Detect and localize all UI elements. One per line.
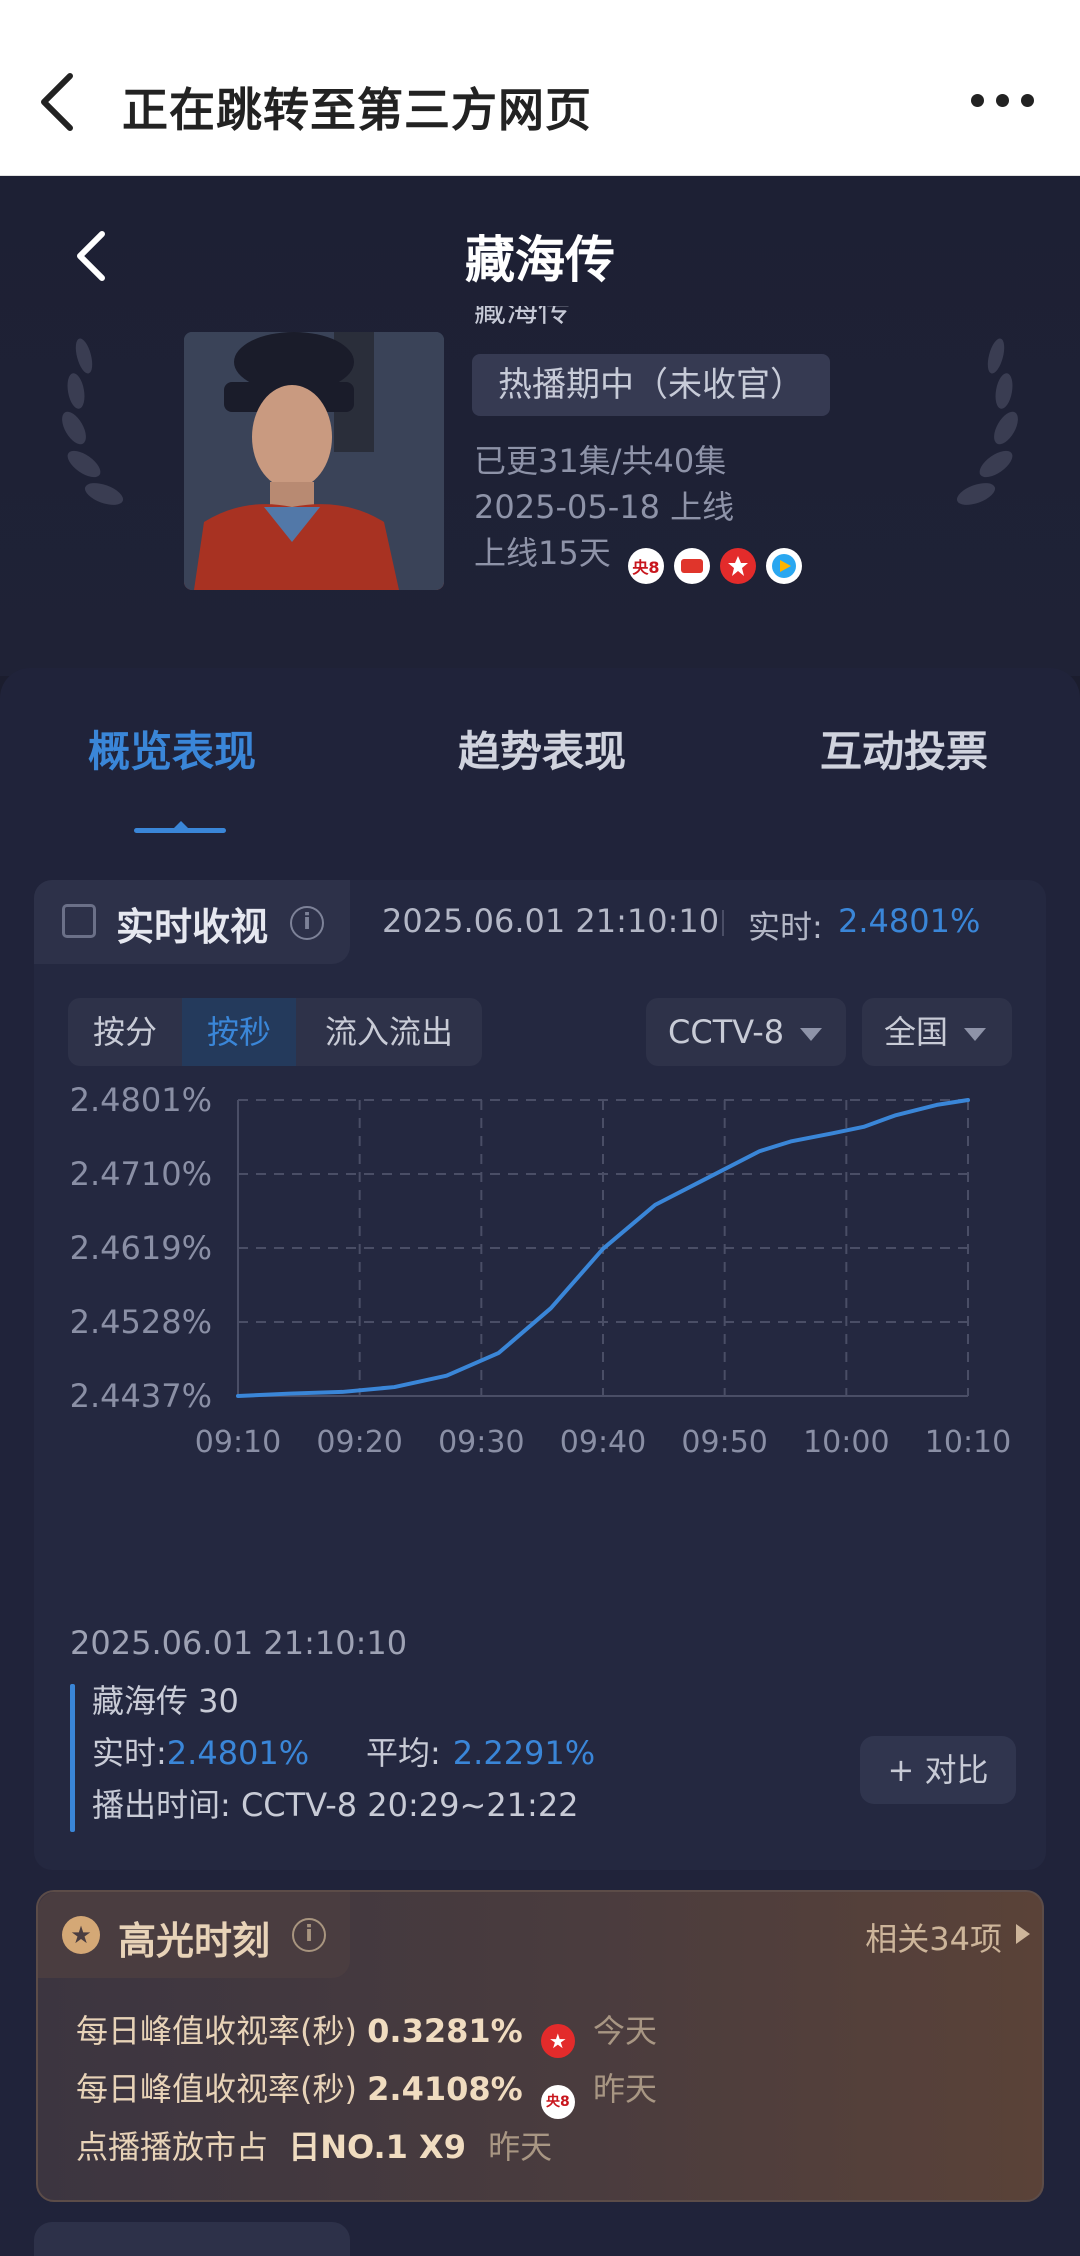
segment-by-minute[interactable]: 按分 [68,998,182,1066]
info-icon[interactable]: i [292,1918,326,1952]
highlight-row[interactable]: 点播播放市占 日NO.1 X9 昨天 [76,2122,552,2168]
y-tick-label: 2.4710% [70,1155,212,1193]
x-tick-label: 09:20 [316,1425,402,1460]
chevron-down-icon [800,1028,822,1041]
back-arrow-icon[interactable] [36,70,80,134]
main-panel: 概览表现 趋势表现 互动投票 实时收视 i 2025.06.01 21:10:1… [0,668,1080,2256]
y-tick-label: 2.4619% [70,1229,212,1267]
x-tick-label: 10:00 [803,1425,889,1460]
realtime-timestamp: 2025.06.01 21:10:10 [382,902,720,940]
detail-realtime-label: 实时: [92,1734,167,1772]
star-badge-icon: ★ [62,1916,100,1954]
region-select[interactable]: 全国 [862,998,1012,1066]
highlight-value: 2.4108% [367,2070,523,2108]
info-icon[interactable]: i [290,906,324,940]
detail-realtime-value: 2.4801% [166,1734,310,1772]
status-badge: 热播期中（未收官） [472,354,830,416]
screen: 正在跳转至第三方网页 藏海传 藏海传 热播期中（未收官） 已更31集/共40集 … [0,0,1080,2256]
realtime-header: 实时收视 i [34,880,350,964]
episode-count: 已更31集/共40集 [474,442,727,480]
highlights-card: ★ 高光时刻 i 相关34项 每日峰值收视率(秒) 0.3281% ★ 今天 每… [36,1890,1044,2202]
page-title: 藏海传 [465,231,615,289]
chevron-down-icon [964,1028,986,1041]
detail-avg-label: 平均: [366,1734,441,1772]
highlights-header: ★ 高光时刻 i [38,1892,350,1978]
highlight-row[interactable]: 每日峰值收视率(秒) 2.4108% 央8 昨天 [76,2064,657,2119]
highlight-label: 点播播放市占 [76,2128,269,2166]
highlight-label: 每日峰值收视率(秒) [76,2070,357,2108]
browser-topbar: 正在跳转至第三方网页 [0,0,1080,176]
show-name-partial: 藏海传 [474,306,571,328]
show-poster[interactable] [184,332,444,590]
tab-overview[interactable]: 概览表现 [88,718,256,779]
compare-button[interactable]: + 对比 [860,1736,1016,1804]
online-days: 上线15天 [474,534,611,572]
realtime-value: 2.4801% [838,902,981,940]
realtime-label: 实时: [748,908,823,946]
detail-average: 平均: 2.2291% [366,1728,595,1774]
chevron-right-icon [1016,1924,1030,1944]
y-tick-label: 2.4437% [70,1377,212,1415]
detail-timestamp: 2025.06.01 21:10:10 [70,1624,408,1662]
dragon-tv-logo-icon [720,548,756,584]
more-options-icon[interactable] [971,94,1034,107]
ratings-line-chart: 2.4801% 2.4710% 2.4619% 2.4528% 2.4437% 09:10… [70,1081,1012,1460]
highlight-value: 日NO.1 X9 [288,2128,466,2166]
detail-realtime: 实时:2.4801% [92,1728,309,1774]
segment-by-second[interactable]: 按秒 [182,998,296,1066]
next-card-header [34,2222,350,2256]
poster-image [184,332,444,590]
x-tick-label: 09:30 [438,1425,524,1460]
highlight-when: 昨天 [488,2128,553,2166]
detail-avg-value: 2.2291% [452,1734,596,1772]
detail-airtime: 播出时间: CCTV-8 20:29~21:22 [92,1786,579,1824]
segment-inflow-outflow[interactable]: 流入流出 [296,998,482,1066]
tab-bar: 概览表现 趋势表现 互动投票 [0,718,1080,808]
cctv8-logo-icon: 央8 [628,548,664,584]
x-tick-label: 09:40 [560,1425,646,1460]
youku-logo-icon [766,548,802,584]
laurel-icon [62,338,124,505]
topbar-title: 正在跳转至第三方网页 [122,83,592,137]
calendar-icon [62,904,96,938]
highlight-row[interactable]: 每日峰值收视率(秒) 0.3281% ★ 今天 [76,2006,657,2058]
highlights-more-link[interactable]: 相关34项 [865,1914,1030,1960]
x-tick-label: 10:10 [925,1425,1011,1460]
channel-select-value: CCTV-8 [668,1013,785,1051]
channel-select[interactable]: CCTV-8 [646,998,846,1066]
cctv8-logo-icon: 央8 [540,2085,575,2119]
tab-vote[interactable]: 互动投票 [820,718,988,779]
y-tick-label: 2.4801% [70,1081,212,1119]
release-date: 2025-05-18 上线 [474,488,735,526]
dragon-tv-logo-icon: ★ [540,2024,575,2058]
highlight-value: 0.3281% [367,2012,523,2050]
detail-show: 藏海传 30 [92,1682,239,1720]
highlight-when: 今天 [593,2012,658,2050]
highlights-more-label: 相关34项 [865,1920,1002,1958]
y-tick-label: 2.4528% [70,1303,212,1341]
channel-logos: 央8 [628,548,802,584]
realtime-ratings-card: 实时收视 i 2025.06.01 21:10:10 实时: 2.4801% 按… [34,880,1046,1870]
highlights-title: 高光时刻 [118,1919,271,1963]
series-marker [70,1684,75,1832]
highlight-when: 昨天 [593,2070,658,2108]
tab-trend[interactable]: 趋势表现 [458,718,626,779]
region-select-value: 全国 [884,1013,949,1051]
granularity-segmented-control: 按分 按秒 流入流出 [68,998,482,1066]
tencent-video-logo-icon [674,548,710,584]
realtime-title: 实时收视 [116,905,269,949]
x-tick-label: 09:50 [681,1425,767,1460]
show-header: 藏海传 藏海传 热播期中（未收官） 已更31集/共40集 2025-05-18 … [0,176,1080,676]
laurel-icon [956,338,1018,505]
highlight-label: 每日峰值收视率(秒) [76,2012,357,2050]
divider [722,910,724,936]
x-tick-label: 09:10 [195,1425,281,1460]
tab-indicator [134,821,226,833]
